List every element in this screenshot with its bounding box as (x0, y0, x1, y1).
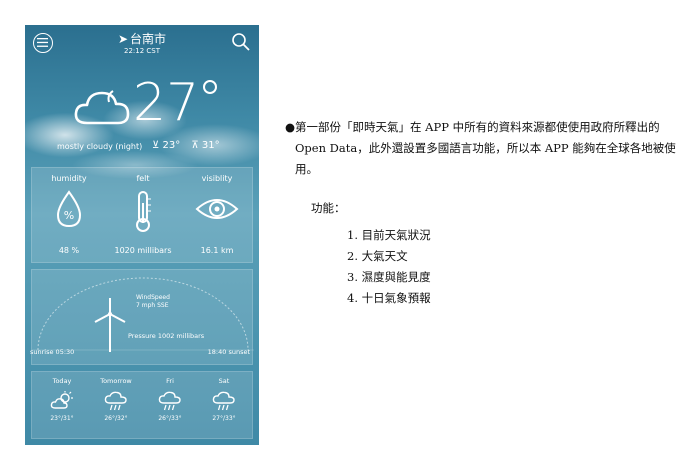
forecast-day-label: Fri (166, 377, 174, 385)
local-time: 22:12 CST (123, 47, 160, 55)
description-paragraph: 第一部份「即時天氣」在 APP 中所有的資料來源都使使用政府所釋出的 Open … (295, 120, 676, 176)
weather-app-screen: ➤ 台南市 22:12 CST 27 mostly cloudy (night) … (25, 25, 259, 445)
conditions-panel: humidity % 48 % felt 1020 millibars visi… (31, 167, 253, 263)
features-title: 功能： (311, 201, 346, 215)
svg-text:%: % (64, 209, 74, 222)
top-bar: ➤ 台南市 22:12 CST (25, 25, 259, 63)
wind-info: WindSpeed 7 mph SSE (136, 294, 170, 310)
location-arrow-icon: ➤ (117, 32, 129, 46)
visibility-label: visiblity (201, 174, 233, 183)
feature-item: 3. 濕度與能見度 (347, 270, 431, 284)
forecast-panel: Today 23°/31° Tomorrow 26°/32° Fri 26°/3… (31, 371, 253, 439)
felt-stat: felt 1020 millibars (106, 168, 180, 255)
visibility-stat: visiblity 16.1 km (180, 168, 254, 255)
felt-label: felt (136, 174, 150, 183)
partly-cloudy-icon (50, 391, 73, 409)
forecast-day-label: Tomorrow (100, 377, 132, 385)
high-temp: ⊼ 31° (191, 140, 220, 151)
wind-title: WindSpeed (136, 294, 170, 301)
current-temperature: 27 (133, 73, 200, 133)
rain-cloud-icon (104, 391, 127, 411)
temperature-range: ⊻ 23° ⊼ 31° (152, 140, 228, 151)
sunrise-time: sunrise 05:30 (30, 348, 75, 356)
bullet-mark: ● (285, 120, 296, 134)
forecast-day-label: Sat (218, 377, 230, 385)
humidity-stat: humidity % 48 % (32, 168, 106, 255)
sunset-time: 18:40 sunset (207, 348, 250, 356)
degree-symbol (203, 80, 217, 94)
thermometer-icon (136, 191, 151, 232)
humidity-value: 48 % (58, 246, 80, 255)
pressure-value: 1020 millibars (114, 246, 172, 255)
forecast-temps: 26°/32° (104, 415, 128, 422)
wind-sun-panel: WindSpeed 7 mph SSE Pressure 1002 millib… (30, 269, 254, 365)
description-text: ● 第一部份「即時天氣」在 APP 中所有的資料來源都使使用政府所釋出的 Ope… (285, 117, 685, 309)
rain-cloud-icon (212, 391, 235, 411)
forecast-day[interactable]: Sat 27°/33° (198, 372, 250, 422)
forecast-day[interactable]: Fri 26°/33° (144, 372, 196, 422)
feature-item: 4. 十日氣象預報 (347, 291, 431, 305)
cloudy-night-icon (74, 90, 130, 125)
rain-cloud-icon (158, 391, 181, 411)
visibility-value: 16.1 km (200, 246, 234, 255)
features-list: 1. 目前天氣狀況 2. 大氣天文 3. 濕度與能見度 4. 十日氣象預報 (347, 225, 685, 309)
city-name: 台南市 (130, 32, 167, 46)
humidity-drop-icon: % (56, 190, 82, 228)
low-temp: ⊻ 23° (152, 140, 181, 151)
forecast-day-label: Today (52, 377, 72, 385)
weather-summary: mostly cloudy (night) (57, 142, 143, 151)
feature-item: 1. 目前天氣狀況 (347, 228, 431, 242)
search-icon[interactable] (231, 32, 251, 52)
forecast-temps: 23°/31° (50, 415, 74, 422)
pressure-label: Pressure 1002 millibars (128, 332, 205, 340)
location-label[interactable]: ➤ 台南市 (25, 30, 259, 47)
wind-turbine-icon (94, 298, 126, 352)
forecast-day[interactable]: Today 23°/31° (36, 372, 88, 422)
humidity-label: humidity (51, 174, 87, 183)
forecast-temps: 27°/33° (212, 415, 236, 422)
forecast-temps: 26°/33° (158, 415, 182, 422)
wind-speed: 7 mph SSE (136, 302, 169, 309)
eye-icon (195, 199, 239, 219)
feature-item: 2. 大氣天文 (347, 249, 408, 263)
forecast-day[interactable]: Tomorrow 26°/32° (90, 372, 142, 422)
